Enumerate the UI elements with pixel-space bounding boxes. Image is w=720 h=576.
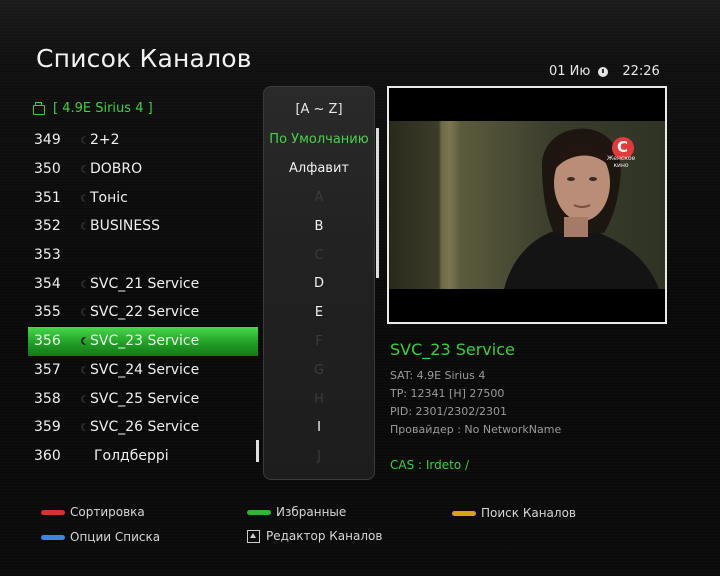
channel-name: DOBRO bbox=[90, 161, 143, 178]
channel-info-sat: SAT: 4.9E Sirius 4 bbox=[390, 369, 486, 382]
channel-name: 2+2 bbox=[90, 132, 120, 149]
channel-number: 354 bbox=[34, 275, 61, 292]
channel-row[interactable]: 358 SVC_25 Service bbox=[28, 384, 258, 413]
clock-icon bbox=[598, 66, 609, 77]
channel-info-name: SVC_23 Service bbox=[390, 340, 515, 359]
sort-letter-c[interactable]: C bbox=[263, 248, 375, 263]
yellow-key-search[interactable]: Поиск Каналов bbox=[452, 506, 576, 520]
channel-row[interactable]: 350 DOBRO bbox=[28, 155, 258, 184]
channel-row[interactable]: 352 BUSINESS bbox=[28, 212, 258, 241]
channel-info-cas: CAS : Irdeto / bbox=[390, 458, 470, 472]
date-label: 01 Ию bbox=[549, 64, 591, 79]
channel-row[interactable]: 351 Тоніс bbox=[28, 183, 258, 212]
tv-screen: Список Каналов 01 Ию 22:26 [ 4.9E Sirius… bbox=[0, 0, 720, 576]
channel-number: 349 bbox=[34, 132, 61, 149]
satellite-group-label: [ 4.9E Sirius 4 ] bbox=[53, 101, 153, 116]
footer-keys: Сортировка Избранные Поиск Каналов Опции… bbox=[0, 502, 720, 552]
channel-info-tp: TP: 12341 [H] 27500 bbox=[390, 387, 505, 400]
blue-key-list-options[interactable]: Опции Списка bbox=[41, 530, 160, 544]
channel-info-pid: PID: 2301/2302/2301 bbox=[390, 405, 507, 418]
channel-name: SVC_25 Service bbox=[90, 390, 200, 407]
folder-icon bbox=[33, 101, 45, 115]
satellite-group[interactable]: [ 4.9E Sirius 4 ] bbox=[33, 101, 153, 116]
sort-alphabet[interactable]: Алфавит bbox=[263, 161, 375, 176]
sort-letter-h[interactable]: H bbox=[263, 392, 375, 407]
yellow-key-label: Поиск Каналов bbox=[481, 506, 576, 520]
sort-range[interactable]: [A ~ Z] bbox=[263, 102, 375, 117]
sort-menu[interactable]: [A ~ Z] По Умолчанию Алфавит A B C D E F… bbox=[263, 86, 375, 480]
channel-info-provider: Провайдер : No NetworkName bbox=[390, 423, 562, 436]
video-preview: Женское кино bbox=[387, 86, 667, 324]
sort-letter-i[interactable]: I bbox=[263, 420, 375, 435]
channel-name: Тоніс bbox=[90, 189, 128, 206]
channel-row[interactable]: 353 bbox=[28, 241, 258, 270]
channel-row[interactable]: 359 SVC_26 Service bbox=[28, 413, 258, 442]
channel-number: 350 bbox=[34, 161, 61, 178]
channel-logo: Женское кино bbox=[599, 137, 643, 169]
channel-name: SVC_21 Service bbox=[90, 275, 200, 292]
channel-name: SVC_22 Service bbox=[90, 304, 200, 321]
edit-key-channel-editor[interactable]: Редактор Каналов bbox=[247, 529, 382, 543]
edit-key-label: Редактор Каналов bbox=[266, 529, 383, 543]
edit-key-icon bbox=[247, 529, 260, 543]
green-key-icon bbox=[247, 509, 271, 515]
date-time: 01 Ию 22:26 bbox=[549, 64, 660, 79]
sort-letter-e[interactable]: E bbox=[263, 305, 375, 320]
channel-number: 359 bbox=[34, 419, 61, 436]
channel-row-selected[interactable]: 356 SVC_23 Service bbox=[28, 326, 258, 356]
channel-number: 360 bbox=[34, 447, 61, 464]
red-key-icon bbox=[41, 509, 65, 515]
sort-menu-scrollbar[interactable] bbox=[376, 128, 379, 278]
channel-row[interactable]: 360 Голдберрі bbox=[28, 442, 258, 471]
yellow-key-icon bbox=[452, 510, 476, 516]
channel-number: 351 bbox=[34, 189, 61, 206]
sort-letter-g[interactable]: G bbox=[263, 363, 375, 378]
green-key-label: Избранные bbox=[276, 505, 347, 519]
channel-number: 356 bbox=[34, 333, 61, 350]
channel-row[interactable]: 349 2+2 bbox=[28, 126, 258, 155]
sort-letter-j[interactable]: J bbox=[263, 449, 375, 464]
blue-key-icon bbox=[41, 534, 65, 540]
page-title: Список Каналов bbox=[36, 44, 252, 73]
sort-letter-a[interactable]: A bbox=[263, 190, 375, 205]
green-key-favorites[interactable]: Избранные bbox=[247, 505, 346, 519]
sort-letter-d[interactable]: D bbox=[263, 276, 375, 291]
channel-list-scrollbar[interactable] bbox=[256, 440, 259, 462]
channel-number: 353 bbox=[34, 247, 61, 264]
sort-letter-b[interactable]: B bbox=[263, 219, 375, 234]
sort-default[interactable]: По Умолчанию bbox=[263, 132, 375, 147]
channel-row[interactable]: 354 SVC_21 Service bbox=[28, 269, 258, 298]
channel-name: SVC_23 Service bbox=[90, 333, 200, 350]
preview-frame: Женское кино bbox=[389, 121, 665, 289]
channel-name: SVC_24 Service bbox=[90, 361, 200, 378]
red-key-label: Сортировка bbox=[70, 505, 145, 519]
channel-number: 357 bbox=[34, 361, 61, 378]
channel-number: 355 bbox=[34, 304, 61, 321]
channel-list[interactable]: 349 2+2 350 DOBRO 351 Тоніс 352 BUSINESS 353… bbox=[28, 126, 258, 470]
channel-name: BUSINESS bbox=[90, 218, 160, 235]
channel-name: SVC_26 Service bbox=[90, 419, 200, 436]
channel-logo-text: Женское кино bbox=[606, 155, 636, 169]
channel-number: 352 bbox=[34, 218, 61, 235]
channel-info: SVC_23 Service SAT: 4.9E Sirius 4 TP: 12… bbox=[390, 340, 561, 472]
red-key-sort[interactable]: Сортировка bbox=[41, 505, 145, 519]
blue-key-label: Опции Списка bbox=[70, 530, 161, 544]
channel-row[interactable]: 357 SVC_24 Service bbox=[28, 356, 258, 385]
channel-number: 358 bbox=[34, 390, 61, 407]
channel-name: Голдберрі bbox=[94, 447, 169, 464]
time-label: 22:26 bbox=[622, 64, 660, 79]
sort-letter-f[interactable]: F bbox=[263, 334, 375, 349]
channel-row[interactable]: 355 SVC_22 Service bbox=[28, 298, 258, 327]
